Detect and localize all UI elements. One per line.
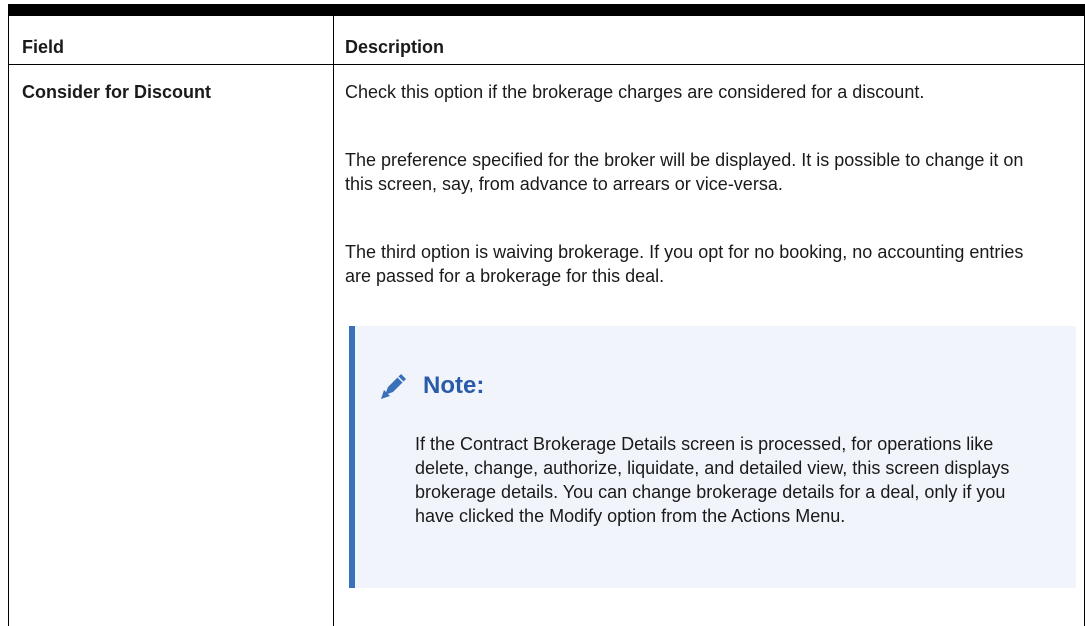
description-paragraph: The preference specified for the broker … bbox=[345, 150, 1024, 194]
pencil-icon bbox=[377, 369, 411, 403]
table-top-rule bbox=[8, 4, 1085, 16]
header-bottom-rule bbox=[8, 64, 1085, 65]
description-paragraph: Check this option if the brokerage charg… bbox=[345, 82, 925, 102]
field-name: Consider for Discount bbox=[22, 82, 212, 102]
table-left-border bbox=[8, 16, 9, 626]
header-field: Field bbox=[22, 37, 65, 57]
note-title: Note: bbox=[423, 372, 485, 399]
field-description-table: Field Description Consider for Discount … bbox=[8, 4, 1085, 626]
note-callout: Note: If the Contract Brokerage Details … bbox=[349, 326, 1076, 588]
column-divider bbox=[333, 16, 334, 626]
note-header: Note: bbox=[377, 366, 484, 406]
header-description: Description bbox=[345, 37, 445, 57]
note-accent-bar bbox=[349, 326, 355, 588]
description-paragraph: The third option is waiving brokerage. I… bbox=[345, 242, 1024, 286]
note-text: If the Contract Brokerage Details screen… bbox=[415, 434, 1010, 526]
